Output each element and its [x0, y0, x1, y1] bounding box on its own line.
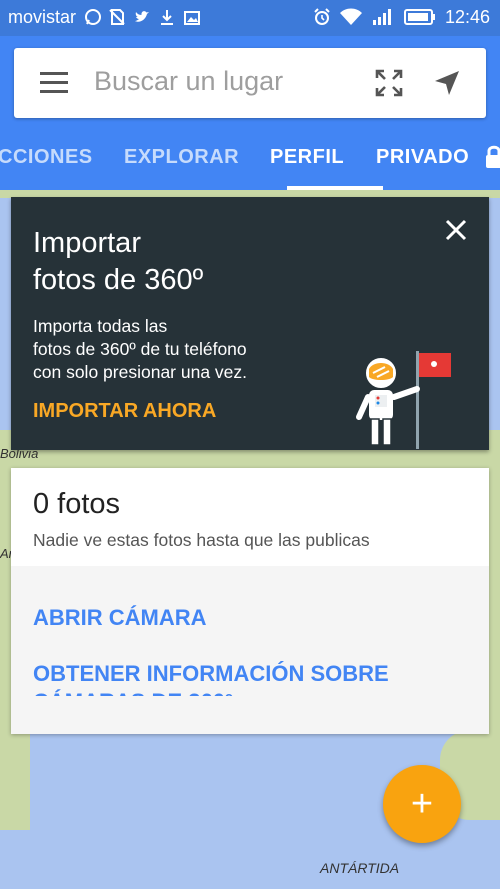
no-sim-icon: [108, 8, 126, 26]
import-photos-card: Importar fotos de 360º Importa todas las…: [11, 197, 489, 450]
add-photo-fab[interactable]: +: [383, 765, 461, 843]
twitter-icon: [133, 8, 151, 26]
import-title-line1: Importar: [33, 227, 141, 259]
signal-icon: [372, 8, 391, 26]
active-tab-indicator: [287, 186, 383, 190]
search-input[interactable]: Buscar un lugar: [94, 66, 283, 97]
whatsapp-icon: [84, 8, 102, 26]
import-body-line3: con solo presionar una vez.: [33, 362, 248, 382]
camera-info-link[interactable]: OBTENER INFORMACIÓN SOBRE CÁMARAS DE 360…: [33, 660, 473, 696]
fullscreen-icon[interactable]: [374, 68, 404, 98]
import-title-line2: fotos de 360º: [33, 264, 204, 296]
search-bar[interactable]: Buscar un lugar: [14, 48, 486, 118]
download-icon: [158, 8, 176, 26]
tab-privado[interactable]: PRIVADO: [376, 146, 469, 169]
tab-perfil[interactable]: PERFIL: [270, 146, 344, 169]
status-bar: movistar 12:46: [0, 0, 500, 36]
battery-icon: [404, 8, 436, 26]
photo-count: 0 fotos: [33, 488, 121, 520]
astronaut-illustration: [351, 349, 461, 449]
import-body-line2: fotos de 360º de tu teléfono: [33, 339, 247, 359]
tab-explorar[interactable]: EXPLORAR: [124, 146, 239, 169]
photos-card-actions: [11, 566, 489, 734]
map-label-antarctica: ANTÁRTIDA: [320, 860, 400, 876]
photos-card: 0 fotos Nadie ve estas fotos hasta que l…: [11, 468, 489, 734]
tab-colecciones[interactable]: CCIONES: [0, 146, 93, 169]
plus-icon: +: [410, 783, 434, 825]
import-card-title: Importar fotos de 360º: [33, 225, 313, 299]
navigation-arrow-icon[interactable]: [432, 68, 462, 98]
wifi-icon: [340, 8, 362, 26]
import-body-line1: Importa todas las: [33, 316, 168, 336]
carrier-name: movistar: [8, 7, 77, 27]
import-card-body: Importa todas las fotos de 360º de tu te…: [33, 315, 313, 384]
photos-privacy-note: Nadie ve estas fotos hasta que las publi…: [33, 530, 370, 550]
import-now-button[interactable]: IMPORTAR AHORA: [33, 400, 216, 423]
lock-icon: [484, 144, 500, 170]
tab-bar: CCIONES EXPLORAR PERFIL PRIVADO: [0, 136, 500, 190]
clock: 12:46: [444, 7, 490, 27]
open-camera-link[interactable]: ABRIR CÁMARA: [33, 605, 207, 631]
close-icon[interactable]: [443, 217, 469, 243]
app-bar: Buscar un lugar CCIONES EXPLORAR PERFIL …: [0, 36, 500, 190]
photo-upload-icon: [183, 8, 201, 26]
menu-icon[interactable]: [40, 72, 68, 94]
alarm-icon: [313, 8, 331, 26]
